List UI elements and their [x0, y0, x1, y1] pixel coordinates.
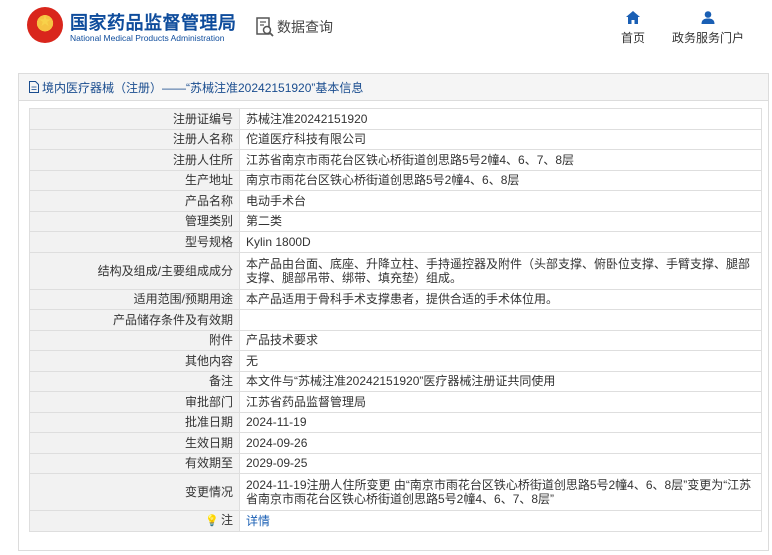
national-emblem-logo: ★: [27, 7, 63, 43]
row-value: 本产品由台面、底座、升降立柱、手持遥控器及附件（头部支撑、俯卧位支撑、手臂支撑、…: [239, 251, 762, 290]
note-label: 注: [220, 513, 233, 528]
lightbulb-icon: 💡: [205, 515, 219, 528]
table-row: 其他内容 无: [29, 350, 762, 372]
row-label: 管理类别: [29, 210, 240, 232]
data-query-icon: [256, 17, 274, 37]
row-label: 附件: [29, 329, 240, 351]
table-row: 附件 产品技术要求: [29, 329, 762, 351]
row-value: 苏械注准20242151920: [239, 108, 762, 130]
table-row: 审批部门 江苏省药品监督管理局: [29, 391, 762, 413]
row-value: 2029-09-25: [239, 452, 762, 474]
row-value: 2024-09-26: [239, 432, 762, 454]
table-row: 管理类别 第二类: [29, 210, 762, 232]
table-row: 变更情况 2024-11-19注册人住所变更 由“南京市雨花台区铁心桥街道创思路…: [29, 473, 762, 511]
row-value: [239, 309, 762, 331]
row-value: 第二类: [239, 210, 762, 232]
site-header: ★ 国家药品监督管理局 National Medical Products Ad…: [0, 0, 772, 60]
note-value-cell: 详情: [239, 510, 762, 532]
table-row: 注册证编号 苏械注准20242151920: [29, 108, 762, 130]
row-value: 无: [239, 350, 762, 372]
registration-info-table: 注册证编号 苏械注准20242151920 注册人名称 佗道医疗科技有限公司 注…: [29, 108, 762, 532]
row-value: Kylin 1800D: [239, 231, 762, 253]
row-label: 注册人名称: [29, 128, 240, 150]
data-query-link[interactable]: 数据查询: [256, 16, 333, 38]
row-label: 审批部门: [29, 391, 240, 413]
device-info-panel: 境内医疗器械（注册）——“苏械注准20242151920”基本信息 注册证编号 …: [18, 73, 769, 551]
table-row: 注册人住所 江苏省南京市雨花台区铁心桥街道创思路5号2幢4、6、7、8层: [29, 149, 762, 171]
row-value: 2024-11-19: [239, 411, 762, 433]
row-value: 佗道医疗科技有限公司: [239, 128, 762, 150]
row-value: 南京市雨花台区铁心桥街道创思路5号2幢4、6、8层: [239, 169, 762, 191]
table-row: 生产地址 南京市雨花台区铁心桥街道创思路5号2幢4、6、8层: [29, 169, 762, 191]
row-label: 生效日期: [29, 432, 240, 454]
document-icon: [29, 81, 39, 93]
user-icon: [701, 11, 715, 24]
table-row: 有效期至 2029-09-25: [29, 452, 762, 474]
row-label: 产品储存条件及有效期: [29, 309, 240, 331]
table-row: 适用范围/预期用途 本产品适用于骨科手术支撑患者，提供合适的手术体位用。: [29, 288, 762, 310]
table-row: 生效日期 2024-09-26: [29, 432, 762, 454]
table-row: 注册人名称 佗道医疗科技有限公司: [29, 128, 762, 150]
brand-name-cn: 国家药品监督管理局: [70, 13, 237, 33]
row-value: 电动手术台: [239, 190, 762, 212]
row-label: 批准日期: [29, 411, 240, 433]
row-value: 产品技术要求: [239, 329, 762, 351]
panel-header: 境内医疗器械（注册）——“苏械注准20242151920”基本信息: [19, 74, 768, 101]
row-label: 备注: [29, 370, 240, 392]
row-value: 2024-11-19注册人住所变更 由“南京市雨花台区铁心桥街道创思路5号2幢4…: [239, 473, 762, 511]
data-query-label: 数据查询: [277, 19, 333, 35]
row-label: 有效期至: [29, 452, 240, 474]
nav-home-label: 首页: [620, 31, 645, 45]
row-value: 江苏省药品监督管理局: [239, 391, 762, 413]
row-label: 变更情况: [29, 473, 240, 511]
nav-service-portal[interactable]: 政务服务门户: [672, 11, 744, 46]
table-row: 批准日期 2024-11-19: [29, 411, 762, 433]
row-value: 江苏省南京市雨花台区铁心桥街道创思路5号2幢4、6、7、8层: [239, 149, 762, 171]
table-row: 备注 本文件与“苏械注准20242151920”医疗器械注册证共同使用: [29, 370, 762, 392]
row-label: 注册证编号: [29, 108, 240, 130]
row-label: 产品名称: [29, 190, 240, 212]
row-label: 适用范围/预期用途: [29, 288, 240, 310]
table-row: 产品储存条件及有效期: [29, 309, 762, 331]
panel-title: 境内医疗器械（注册）——“苏械注准20242151920”基本信息: [42, 80, 364, 95]
row-label: 其他内容: [29, 350, 240, 372]
home-icon: [626, 11, 640, 24]
row-label: 结构及组成/主要组成成分: [29, 251, 240, 290]
note-label-cell: 💡 注: [29, 510, 240, 532]
nav-service-label: 政务服务门户: [672, 31, 745, 45]
row-label: 型号规格: [29, 231, 240, 253]
row-value: 本文件与“苏械注准20242151920”医疗器械注册证共同使用: [239, 370, 762, 392]
row-label: 生产地址: [29, 169, 240, 191]
details-link[interactable]: 详情: [246, 514, 270, 528]
table-row: 产品名称 电动手术台: [29, 190, 762, 212]
brand-name-en: National Medical Products Administration: [70, 33, 225, 43]
row-label: 注册人住所: [29, 149, 240, 171]
row-value: 本产品适用于骨科手术支撑患者，提供合适的手术体位用。: [239, 288, 762, 310]
note-row: 💡 注 详情: [29, 510, 762, 532]
nav-home[interactable]: 首页: [620, 11, 646, 46]
table-row: 结构及组成/主要组成成分 本产品由台面、底座、升降立柱、手持遥控器及附件（头部支…: [29, 251, 762, 290]
table-row: 型号规格 Kylin 1800D: [29, 231, 762, 253]
